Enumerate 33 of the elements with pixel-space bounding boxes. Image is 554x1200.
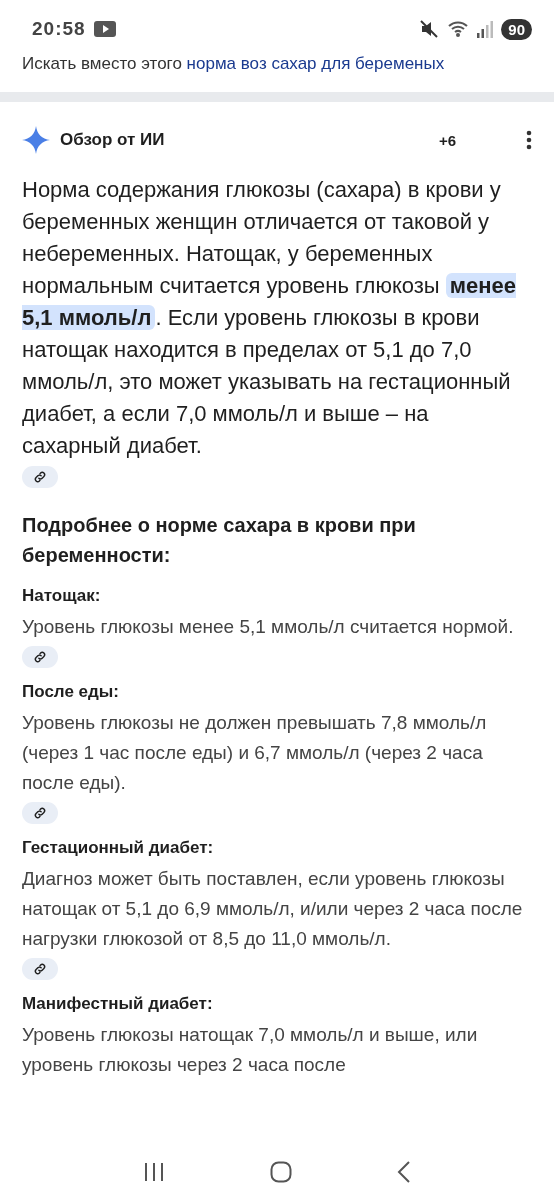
battery-level: 90 <box>501 18 532 40</box>
mute-icon <box>419 19 440 39</box>
search-suggestion: Искать вместо этого норма воз сахар для беременых <box>21 53 446 75</box>
link-icon <box>33 806 47 820</box>
back-icon[interactable] <box>397 1161 412 1183</box>
item-text: Уровень глюкозы менее 5,1 ммоль/л считается нормой. <box>22 615 515 639</box>
link-icon <box>33 962 47 976</box>
overview-title: Обзор от ИИ <box>60 130 166 150</box>
source-count[interactable]: +6 <box>438 131 456 149</box>
item-text: Диагноз может быть поставлен, если уровень глюкозы натощак от 5,1 до 6,9 ммоль/л, и/или через 2 часа после нагрузки глюкозой от 8,5 до 11,0 ммоль/л. <box>22 867 524 951</box>
item-heading: Манифестный диабет: <box>22 994 214 1014</box>
link-chip[interactable] <box>22 802 58 824</box>
item-heading: После еды: <box>22 682 120 702</box>
signal-icon <box>477 20 494 38</box>
sparkle-icon <box>22 126 50 154</box>
item-text: Уровень глюкозы не должен превышать 7,8 ммоль/л (через 1 час после еды) и 6,7 ммоль/л (через 2 часа после еды). <box>22 711 488 795</box>
link-chip[interactable] <box>22 958 58 980</box>
link-icon <box>33 650 47 664</box>
suggestion-link[interactable]: норма воз сахар для беременых <box>186 54 445 73</box>
link-icon <box>33 470 47 484</box>
wifi-icon <box>447 20 470 38</box>
more-icon[interactable] <box>526 130 532 150</box>
home-icon[interactable] <box>270 1161 292 1183</box>
overview-text: Норма содержания глюкозы (сахара) в крови у беременных женщин отличается от таковой у небеременных. Натощак, у беременных нормальным считается уровень глюкозы менее 5,1 ммоль/л. Если уровень глюкозы в крови натощак находится в пределах от 5,1 до 7,0 ммоль/л, это может указывать на гестационный диабет, а если 7,0 ммоль/л и выше – на сахарный диабет. <box>22 176 518 460</box>
section-heading: Подробнее о норме сахара в крови при беременности: <box>22 513 417 568</box>
item-heading: Гестационный диабет: <box>22 838 215 858</box>
video-icon <box>93 21 116 37</box>
item-text: Уровень глюкозы натощак 7,0 ммоль/л и выше, или уровень глюкозы через 2 часа после <box>22 1023 479 1077</box>
item-heading: Натощак: <box>22 586 102 606</box>
clock: 20:58 <box>32 18 86 40</box>
link-chip[interactable] <box>22 466 58 488</box>
link-chip[interactable] <box>22 646 58 668</box>
recent-apps-icon[interactable] <box>142 1162 165 1182</box>
